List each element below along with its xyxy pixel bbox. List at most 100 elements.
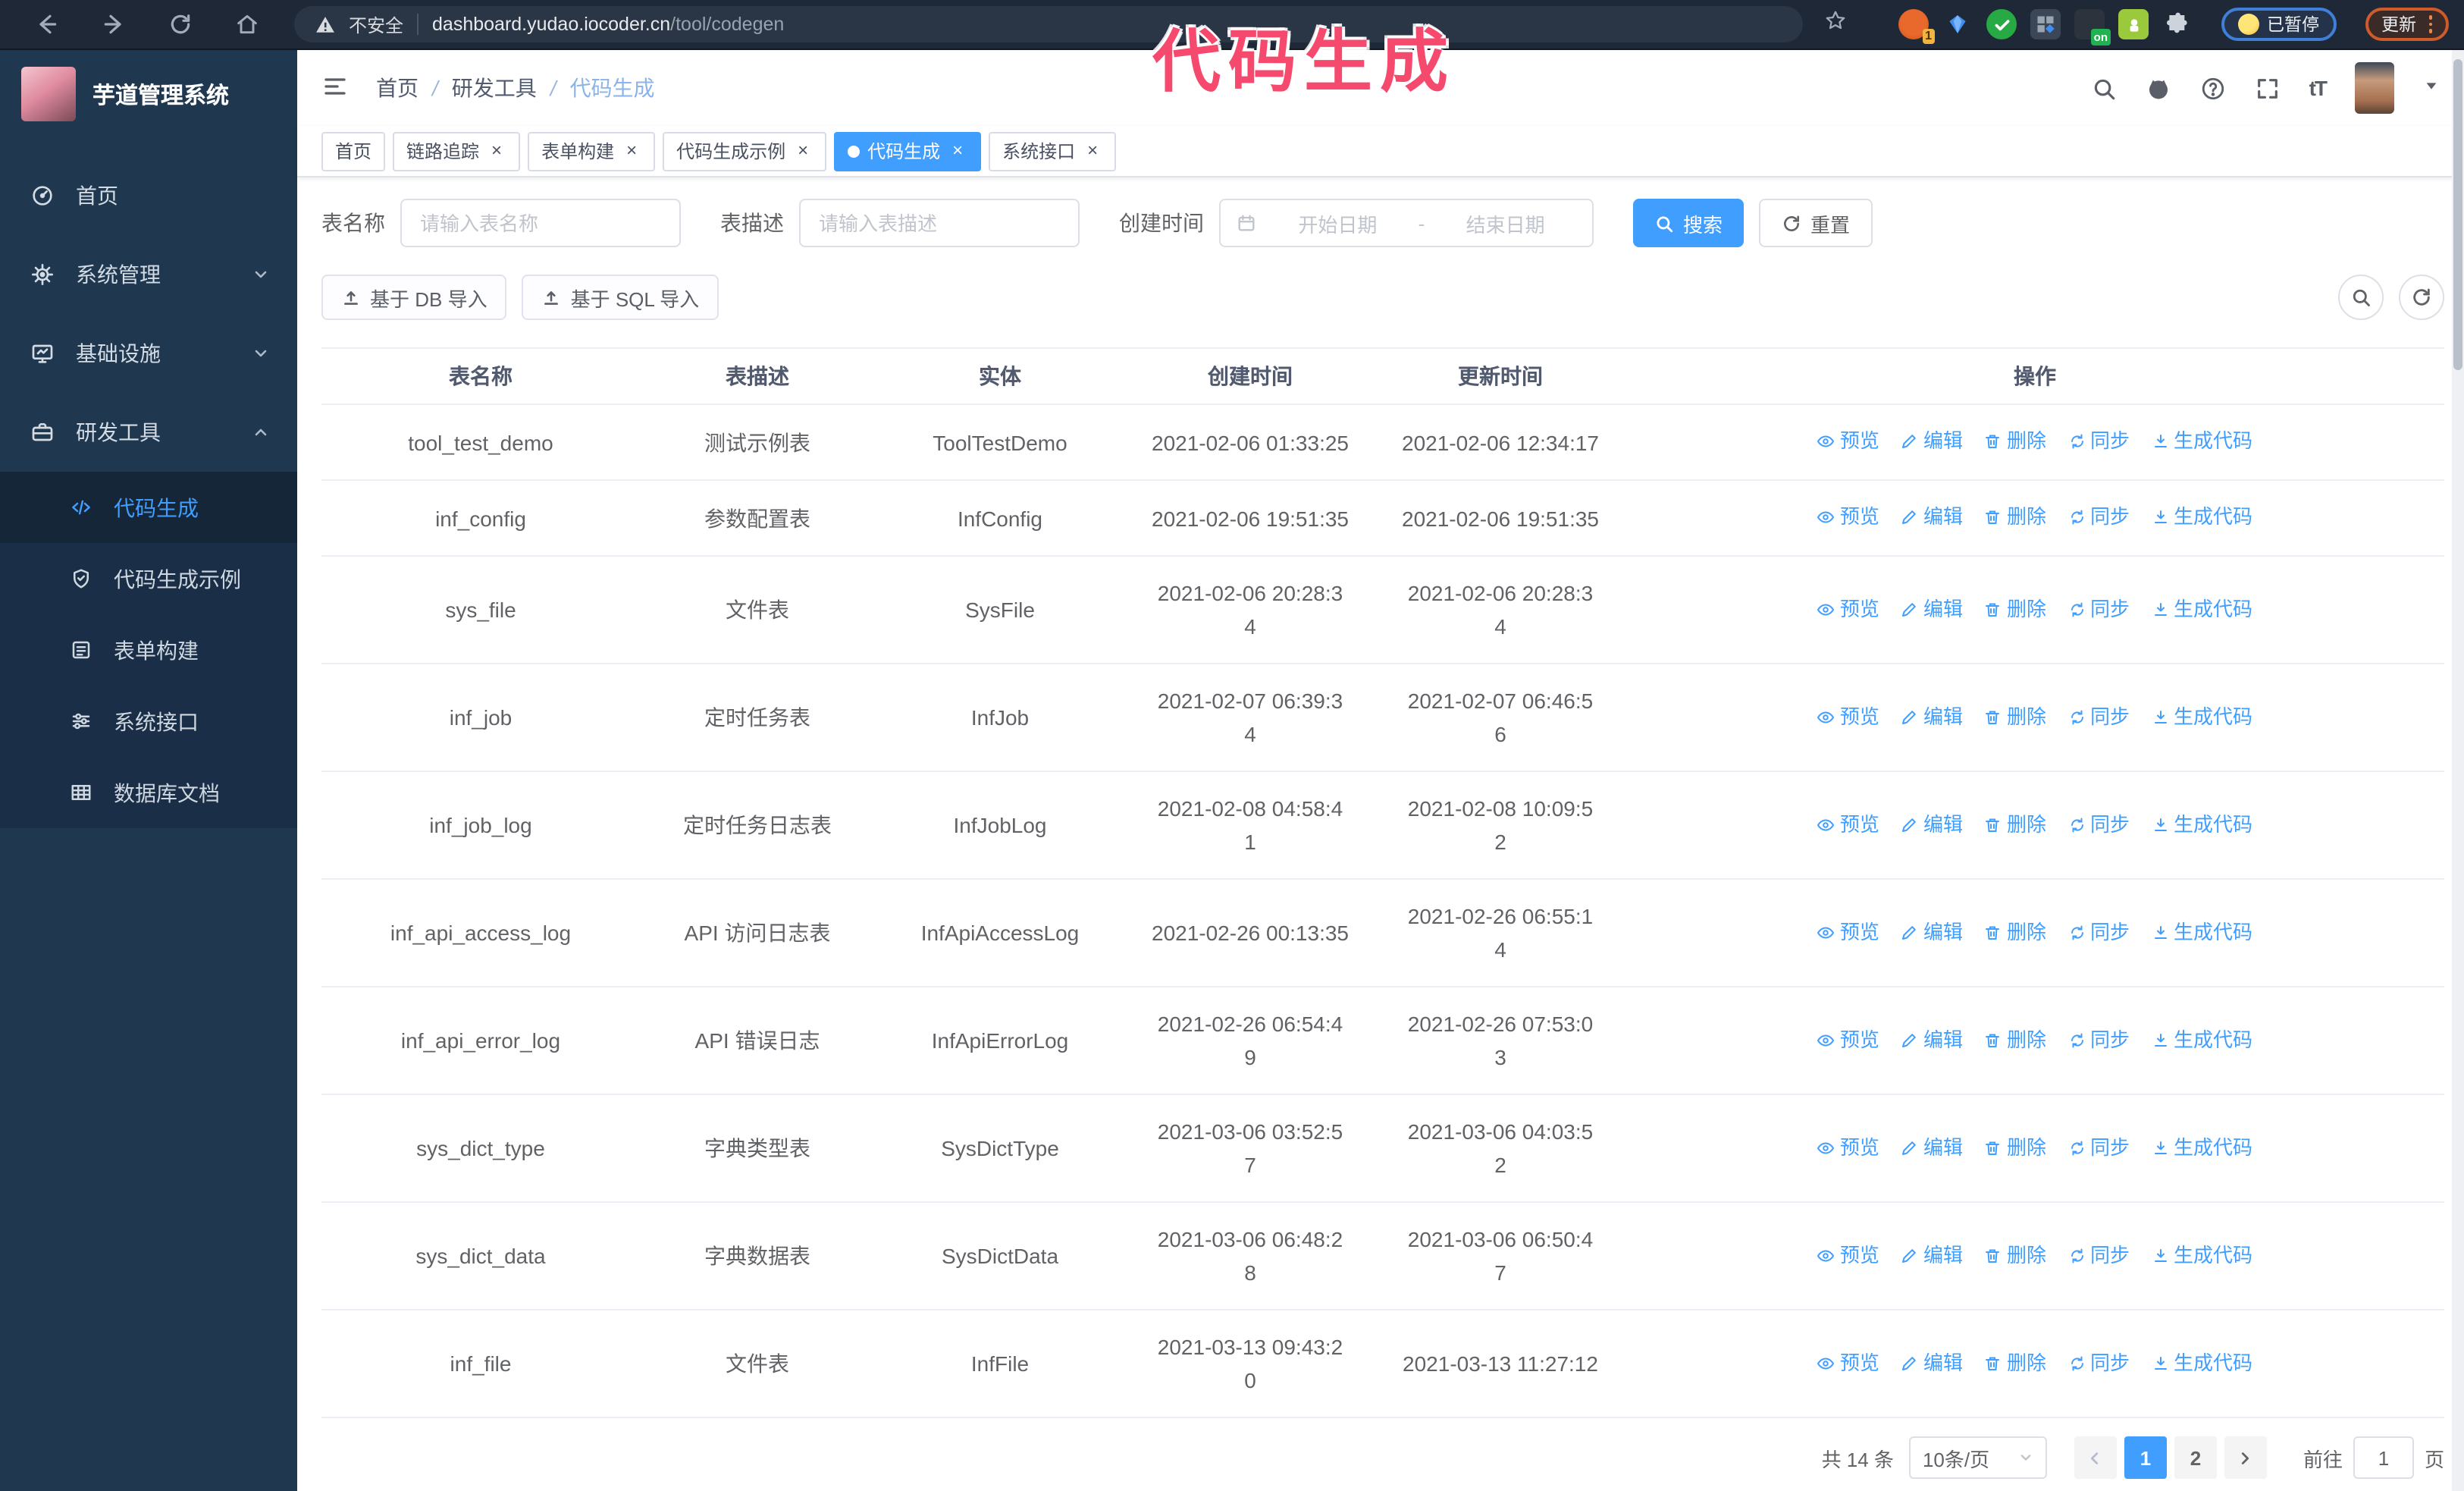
预览-link[interactable]: 预览	[1817, 425, 1879, 458]
extension-on-icon[interactable]: on	[2074, 9, 2111, 46]
预览-link[interactable]: 预览	[1817, 700, 1879, 733]
sidebar-item-codegen-example[interactable]: 代码生成示例	[0, 543, 297, 614]
page-size-select[interactable]: 10条/页	[1908, 1436, 2047, 1479]
goto-page-input[interactable]	[2353, 1436, 2414, 1479]
address-bar[interactable]: 不安全 dashboard.yudao.iocoder.cn/tool/code…	[294, 6, 1803, 42]
生成代码-link[interactable]: 生成代码	[2151, 915, 2252, 949]
table-name-input[interactable]	[400, 199, 681, 247]
预览-link[interactable]: 预览	[1817, 915, 1879, 949]
browser-home-icon[interactable]	[221, 3, 273, 46]
github-icon[interactable]	[2146, 75, 2171, 101]
编辑-link[interactable]: 编辑	[1901, 808, 1963, 841]
date-range-picker[interactable]: 开始日期 - 结束日期	[1219, 199, 1594, 247]
import-db-button[interactable]: 基于 DB 导入	[321, 275, 507, 320]
编辑-link[interactable]: 编辑	[1901, 425, 1963, 458]
scrollbar-thumb[interactable]	[2453, 59, 2462, 370]
extension-android-icon[interactable]	[2118, 9, 2149, 39]
fullscreen-icon[interactable]	[2255, 75, 2281, 101]
删除-link[interactable]: 删除	[1984, 1238, 2046, 1272]
next-page-button[interactable]	[2224, 1436, 2267, 1479]
breadcrumb-home[interactable]: 首页	[376, 73, 419, 103]
预览-link[interactable]: 预览	[1817, 592, 1879, 626]
生成代码-link[interactable]: 生成代码	[2151, 1023, 2252, 1056]
caret-down-icon[interactable]	[2423, 74, 2440, 102]
sidebar-item-home[interactable]: 首页	[0, 156, 297, 235]
生成代码-link[interactable]: 生成代码	[2151, 1238, 2252, 1272]
同步-link[interactable]: 同步	[2067, 1131, 2130, 1164]
close-icon[interactable]: ×	[487, 140, 506, 161]
编辑-link[interactable]: 编辑	[1901, 1131, 1963, 1164]
font-size-icon[interactable]: tT	[2309, 76, 2328, 100]
生成代码-link[interactable]: 生成代码	[2151, 700, 2252, 733]
预览-link[interactable]: 预览	[1817, 1131, 1879, 1164]
extension-icon[interactable]: 1	[1898, 9, 1935, 44]
预览-link[interactable]: 预览	[1817, 1346, 1879, 1380]
sidebar-item-system[interactable]: 系统管理	[0, 235, 297, 314]
删除-link[interactable]: 删除	[1984, 1346, 2046, 1380]
编辑-link[interactable]: 编辑	[1901, 700, 1963, 733]
同步-link[interactable]: 同步	[2067, 425, 2130, 458]
sidebar-item-form-builder[interactable]: 表单构建	[0, 614, 297, 686]
extension-check-icon[interactable]	[1986, 9, 2017, 39]
close-icon[interactable]: ×	[1083, 140, 1102, 161]
bookmark-star-icon[interactable]	[1824, 9, 1847, 39]
close-icon[interactable]: ×	[622, 140, 641, 161]
预览-link[interactable]: 预览	[1817, 808, 1879, 841]
tab-1[interactable]: 链路追踪 ×	[393, 131, 521, 171]
extension-grid-icon[interactable]	[2030, 9, 2061, 39]
编辑-link[interactable]: 编辑	[1901, 915, 1963, 949]
sidebar-item-infra[interactable]: 基础设施	[0, 314, 297, 393]
reset-button[interactable]: 重置	[1759, 199, 1873, 247]
page-button-2[interactable]: 2	[2174, 1436, 2217, 1479]
extension-gem-icon[interactable]	[1942, 9, 1973, 39]
删除-link[interactable]: 删除	[1984, 915, 2046, 949]
删除-link[interactable]: 删除	[1984, 808, 2046, 841]
删除-link[interactable]: 删除	[1984, 1023, 2046, 1056]
sidebar-item-db-doc[interactable]: 数据库文档	[0, 757, 297, 828]
browser-reload-icon[interactable]	[155, 3, 206, 46]
paused-extension-pill[interactable]: 已暂停	[2221, 8, 2336, 41]
search-icon[interactable]	[2091, 75, 2117, 101]
同步-link[interactable]: 同步	[2067, 1346, 2130, 1380]
page-button-1[interactable]: 1	[2124, 1436, 2167, 1479]
sidebar-item-devtools[interactable]: 研发工具	[0, 393, 297, 472]
prev-page-button[interactable]	[2074, 1436, 2117, 1479]
同步-link[interactable]: 同步	[2067, 808, 2130, 841]
预览-link[interactable]: 预览	[1817, 1023, 1879, 1056]
tab-5[interactable]: 系统接口 ×	[989, 131, 1117, 171]
table-desc-input[interactable]	[799, 199, 1080, 247]
browser-back-icon[interactable]	[21, 3, 73, 46]
生成代码-link[interactable]: 生成代码	[2151, 592, 2252, 626]
删除-link[interactable]: 删除	[1984, 700, 2046, 733]
删除-link[interactable]: 删除	[1984, 1131, 2046, 1164]
同步-link[interactable]: 同步	[2067, 592, 2130, 626]
编辑-link[interactable]: 编辑	[1901, 1238, 1963, 1272]
编辑-link[interactable]: 编辑	[1901, 501, 1963, 534]
删除-link[interactable]: 删除	[1984, 501, 2046, 534]
生成代码-link[interactable]: 生成代码	[2151, 1131, 2252, 1164]
window-scrollbar[interactable]	[2452, 50, 2464, 1491]
编辑-link[interactable]: 编辑	[1901, 1346, 1963, 1380]
tab-4[interactable]: 代码生成 ×	[834, 131, 982, 171]
生成代码-link[interactable]: 生成代码	[2151, 808, 2252, 841]
生成代码-link[interactable]: 生成代码	[2151, 501, 2252, 534]
breadcrumb-devtools[interactable]: 研发工具	[452, 73, 537, 103]
同步-link[interactable]: 同步	[2067, 700, 2130, 733]
生成代码-link[interactable]: 生成代码	[2151, 425, 2252, 458]
hamburger-icon[interactable]	[321, 73, 352, 103]
tab-2[interactable]: 表单构建 ×	[528, 131, 656, 171]
预览-link[interactable]: 预览	[1817, 1238, 1879, 1272]
refresh-table-button[interactable]	[2399, 275, 2444, 320]
sidebar-item-codegen[interactable]: 代码生成	[0, 472, 297, 543]
close-icon[interactable]: ×	[793, 140, 813, 161]
tab-0[interactable]: 首页	[321, 131, 386, 171]
app-logo-row[interactable]: 芋道管理系统	[0, 50, 297, 138]
update-button[interactable]: 更新	[2365, 8, 2449, 41]
同步-link[interactable]: 同步	[2067, 1023, 2130, 1056]
kebab-menu-icon[interactable]	[2428, 15, 2432, 33]
删除-link[interactable]: 删除	[1984, 425, 2046, 458]
toggle-search-button[interactable]	[2338, 275, 2384, 320]
预览-link[interactable]: 预览	[1817, 501, 1879, 534]
sidebar-item-system-api[interactable]: 系统接口	[0, 686, 297, 757]
avatar[interactable]	[2355, 62, 2394, 114]
